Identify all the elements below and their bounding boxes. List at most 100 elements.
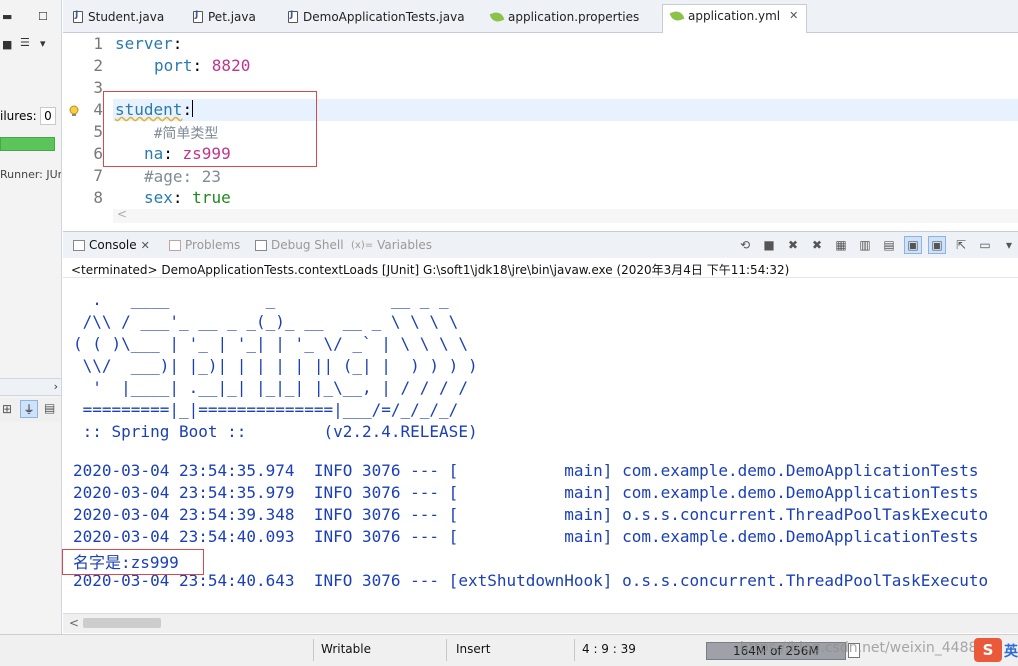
code-line-8: sex: true [144, 188, 231, 207]
highlight-box-output [62, 549, 204, 575]
log-line: 2020-03-04 23:54:40.093 INFO 3076 --- [ … [73, 527, 979, 546]
filter-stack-icon[interactable]: ⏚ [20, 400, 38, 418]
tab-label: Pet.java [208, 10, 256, 24]
show-on-stdout-icon[interactable]: ▣ [904, 236, 922, 254]
chevron-right-icon[interactable]: › [54, 380, 58, 393]
line-number: 4 [93, 100, 103, 119]
sogou-ime-icon[interactable]: S [974, 638, 1002, 662]
scroll-left-icon[interactable]: < [117, 207, 127, 221]
yaml-value: true [192, 188, 231, 207]
log-line: 2020-03-04 23:54:39.348 INFO 3076 --- [ … [73, 505, 989, 524]
link-icon[interactable]: ⟲ [736, 236, 754, 254]
status-insert-mode: Insert [456, 642, 491, 656]
warning-lightbulb-icon[interactable] [68, 105, 80, 117]
properties-file-icon [489, 10, 505, 24]
copy-trace-icon[interactable]: ▤ [44, 401, 55, 415]
scroll-left-icon[interactable]: < [69, 616, 79, 630]
status-bar: Writable Insert 4 : 9 : 39 164M of 256M … [0, 634, 1018, 666]
java-file-icon [73, 10, 83, 23]
tab-demoapplicationtests-java[interactable]: DemoApplicationTests.java [280, 6, 473, 33]
status-cursor-position: 4 : 9 : 39 [582, 642, 636, 656]
pin-console-icon[interactable]: ⇱ [952, 236, 970, 254]
view-toolbar-icon[interactable]: ■ [2, 38, 12, 51]
tab-student-java[interactable]: Student.java [65, 6, 172, 33]
line-number: 3 [93, 78, 103, 97]
failures-label: ilures: [0, 109, 37, 123]
log-line: 2020-03-04 23:54:35.974 INFO 3076 --- [ … [73, 461, 979, 480]
view-menu-icon[interactable]: ▾ [40, 37, 46, 50]
editor-horizontal-scrollbar[interactable]: < [113, 207, 1018, 223]
scroll-thumb[interactable] [83, 618, 161, 628]
tab-application-properties[interactable]: application.properties [483, 6, 647, 33]
console-view-tabs: Console ✕ Problems Debug Shell (x)= Vari… [63, 231, 1018, 258]
console-horizontal-scrollbar[interactable]: < [63, 613, 1018, 633]
console-icon [73, 239, 85, 251]
code-line-2: port: 8820 [154, 56, 250, 75]
minimize-icon[interactable]: ▬ [2, 10, 12, 23]
console-process-header: <terminated> DemoApplicationTests.contex… [63, 258, 1018, 278]
tab-console[interactable]: Console ✕ [73, 238, 150, 252]
tab-variables[interactable]: (x)= Variables [351, 238, 432, 252]
line-number: 1 [93, 34, 103, 53]
yaml-colon: : [172, 188, 193, 207]
failure-trace-toolbar: ⊞ ⏚ ▤ [0, 398, 61, 422]
log-line: 2020-03-04 23:54:35.979 INFO 3076 --- [ … [73, 483, 979, 502]
terminate-icon[interactable]: ■ [760, 236, 778, 254]
failures-counter: ilures: 0 [0, 107, 61, 125]
remove-all-icon[interactable]: ✖ [808, 236, 826, 254]
close-tab-icon[interactable]: ✕ [789, 9, 798, 22]
tab-label: Variables [377, 238, 432, 252]
java-file-icon [193, 10, 203, 23]
test-progress-bar [0, 137, 55, 151]
tab-label: application.properties [508, 10, 640, 24]
tab-label: Problems [185, 238, 241, 252]
open-console-icon[interactable]: ▾ [1000, 236, 1018, 254]
code-line-1: server: [115, 34, 182, 53]
line-number: 8 [93, 188, 103, 207]
java-file-icon [288, 10, 298, 23]
variables-icon: (x)= [351, 239, 374, 251]
yml-file-icon [669, 9, 685, 23]
display-console-icon[interactable]: ▭ [976, 236, 994, 254]
status-separator [446, 639, 447, 661]
line-number: 5 [93, 122, 103, 141]
ime-language-indicator[interactable]: 英 [1004, 641, 1018, 661]
compare-icon[interactable]: ⊞ [2, 402, 12, 416]
tab-debug-shell[interactable]: Debug Shell [255, 238, 344, 252]
console-toolbar: ⟲ ■ ✖ ✖ ▦ ▥ ▤ ▣ ▣ ⇱ ▭ ▾ [736, 236, 1018, 254]
runner-label: Runner: JUr [0, 168, 62, 181]
tab-application-yml[interactable]: application.yml ✕ [662, 4, 808, 34]
maximize-icon[interactable]: ☐ [38, 10, 48, 23]
clear-console-icon[interactable]: ▦ [832, 236, 850, 254]
problems-icon [169, 239, 181, 251]
status-separator [313, 639, 314, 661]
line-number: 6 [93, 144, 103, 163]
line-number: 2 [93, 56, 103, 75]
history-icon[interactable]: ☰ [20, 36, 30, 49]
status-separator [574, 639, 575, 661]
tab-label: Console [89, 238, 137, 252]
tab-label: DemoApplicationTests.java [303, 10, 465, 24]
tab-pet-java[interactable]: Pet.java [185, 6, 264, 33]
junit-splitter[interactable]: › [0, 378, 61, 396]
tab-problems[interactable]: Problems [169, 238, 240, 252]
tab-label: application.yml [688, 9, 781, 23]
remove-launch-icon[interactable]: ✖ [784, 236, 802, 254]
yaml-colon: : [192, 56, 212, 75]
debug-shell-icon [255, 239, 267, 251]
yaml-key: server [115, 34, 173, 53]
watermark: https://blog.csdn.net/weixin_4488 [740, 640, 978, 656]
log-line: 2020-03-04 23:54:40.643 INFO 3076 --- [e… [73, 571, 989, 590]
tab-label: Student.java [88, 10, 165, 24]
word-wrap-icon[interactable]: ▤ [880, 236, 898, 254]
scroll-lock-icon[interactable]: ▥ [856, 236, 874, 254]
yaml-key: sex [144, 188, 173, 207]
tab-label: Debug Shell [271, 238, 344, 252]
highlight-box-yaml [103, 91, 317, 167]
console-output[interactable]: . ____ _ __ _ _ /\\ / ___'_ __ _ _(_)_ _… [63, 279, 1018, 613]
show-on-stderr-icon[interactable]: ▣ [928, 236, 946, 254]
junit-view: ▬ ☐ ■ ☰ ▾ ilures: 0 Runner: JUr › ⊞ ⏚ ▤ [0, 0, 62, 634]
yaml-colon: : [172, 34, 183, 53]
spring-boot-banner: . ____ _ __ _ _ /\\ / ___'_ __ _ _(_)_ _… [73, 290, 478, 441]
close-tab-icon[interactable]: ✕ [141, 239, 150, 252]
